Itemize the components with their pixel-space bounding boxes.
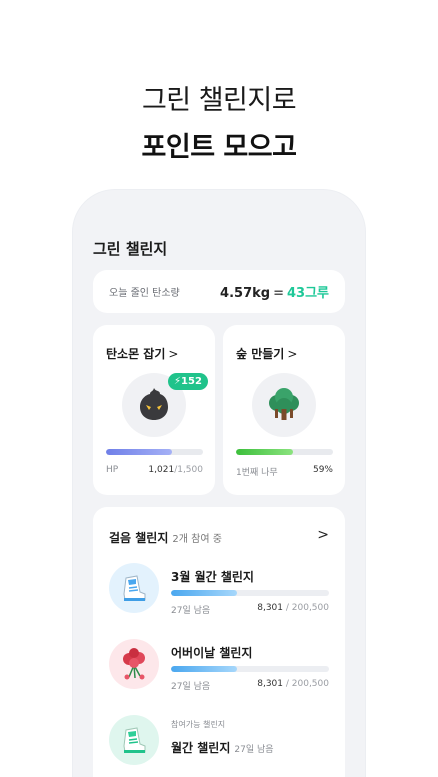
sneaker-icon [123, 575, 146, 601]
challenge-progress-bar [171, 590, 329, 596]
phone-mockup: 그린 챌린지 오늘 줄인 탄소량 4.57kg = 43그루 탄소몬 잡기 > ⚡15… [73, 190, 365, 777]
challenge-footer: 27일 남음 8,301 / 200,500 [171, 603, 329, 616]
challenge-days-left: 27일 남음 [171, 682, 211, 692]
tree-progress-fill [236, 449, 294, 455]
challenge-progress-fill [171, 590, 238, 596]
bolt-icon: ⚡ [174, 376, 182, 387]
hp-value: 1,021/1,500 [148, 465, 203, 475]
sneaker-icon-bg [109, 563, 159, 613]
carbon-monster-card[interactable]: 탄소몬 잡기 > ⚡152 HP 1,021/1,500 [93, 325, 215, 495]
available-challenge-name: 월간 챌린지 27일 남음 [171, 739, 274, 756]
forest-title-label: 숲 만들기 [236, 347, 285, 361]
challenge-steps-current: 8,301 [257, 603, 283, 613]
challenge-item[interactable]: 어버이날 챌린지 27일 남음 8,301 / 200,500 [109, 639, 331, 692]
carbon-trees: 43그루 [286, 286, 329, 301]
carnation-icon [123, 648, 145, 680]
monster-badge: ⚡152 [168, 373, 208, 390]
available-days-left: 27일 남음 [234, 745, 274, 755]
tree-avatar-bg [252, 373, 316, 437]
forest-title[interactable]: 숲 만들기 > [236, 345, 297, 362]
challenge-steps-current: 8,301 [257, 679, 283, 689]
tree-icon [269, 388, 299, 420]
walking-title: 걸음 챌린지 2개 참여 중 [109, 529, 222, 546]
hp-current: 1,021 [148, 465, 175, 475]
challenge-name: 3월 월간 챌린지 [171, 570, 254, 584]
walking-subtitle: 2개 참여 중 [172, 534, 222, 545]
hp-footer: HP 1,021/1,500 [106, 465, 203, 475]
headline-line2: 포인트 모으고 [141, 132, 297, 163]
tree-percent: 59% [312, 465, 333, 475]
headline-line1: 그린 챌린지로 [141, 85, 297, 116]
challenge-name: 어버이날 챌린지 [171, 646, 253, 660]
sneaker-icon [123, 727, 146, 753]
challenge-steps-total: / 200,500 [285, 603, 329, 613]
available-label: 참여가능 챌린지 [171, 720, 226, 729]
monster-badge-count: 152 [181, 376, 202, 387]
challenge-steps: 8,301 / 200,500 [257, 603, 329, 613]
carbon-monster-title[interactable]: 탄소몬 잡기 > [106, 345, 178, 362]
challenge-steps-total: / 200,500 [285, 679, 329, 689]
challenge-footer: 27일 남음 8,301 / 200,500 [171, 679, 329, 692]
challenge-days-left: 27일 남음 [171, 606, 211, 616]
available-challenge-item[interactable]: 참여가능 챌린지 월간 챌린지 27일 남음 [109, 715, 331, 767]
forest-card[interactable]: 숲 만들기 > 1번째 나무 59% [223, 325, 345, 495]
hp-bar-fill [106, 449, 172, 455]
chevron-right-icon: > [287, 347, 298, 361]
tree-progress-bar [236, 449, 333, 455]
hp-bar [106, 449, 203, 455]
app-title: 그린 챌린지 [93, 240, 168, 258]
chevron-right-icon[interactable]: > [317, 527, 329, 543]
walking-title-label: 걸음 챌린지 [109, 531, 169, 545]
sneaker-icon-bg [109, 715, 159, 765]
tree-footer: 1번째 나무 59% [236, 465, 333, 478]
carbon-value: 4.57kg = 43그루 [220, 282, 329, 301]
carbon-equals: = [273, 286, 284, 301]
carbon-monster-title-label: 탄소몬 잡기 [106, 347, 166, 361]
carbon-saved-card: 오늘 줄인 탄소량 4.57kg = 43그루 [93, 270, 345, 313]
carbon-label: 오늘 줄인 탄소량 [109, 288, 180, 299]
challenge-progress-fill [171, 666, 238, 672]
tree-label: 1번째 나무 [236, 468, 278, 478]
hp-max: /1,500 [174, 465, 203, 475]
challenge-steps: 8,301 / 200,500 [257, 679, 329, 689]
challenge-progress-bar [171, 666, 329, 672]
headline: 그린 챌린지로 포인트 모으고 [0, 78, 438, 164]
chevron-right-icon: > [168, 347, 179, 361]
carbon-kg: 4.57kg [220, 286, 271, 301]
walking-challenge-card: 걸음 챌린지 2개 참여 중 > 3월 월간 챌린지 27일 남음 8,301 /… [93, 507, 345, 777]
challenge-item[interactable]: 3월 월간 챌린지 27일 남음 8,301 / 200,500 [109, 563, 331, 616]
hp-label: HP [106, 465, 119, 475]
available-name: 월간 챌린지 [171, 741, 231, 755]
carnation-icon-bg [109, 639, 159, 689]
